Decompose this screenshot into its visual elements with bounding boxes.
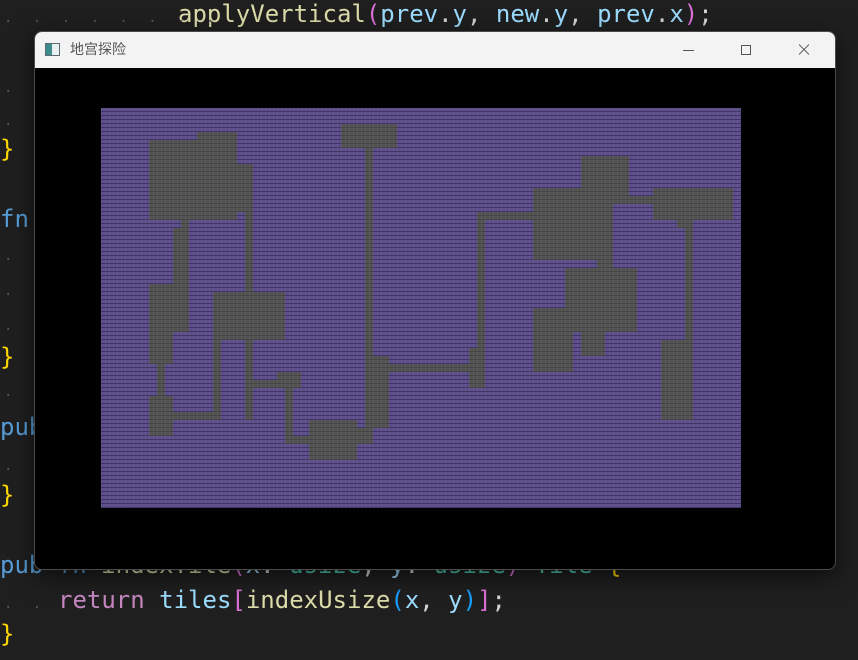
floor-tile-region — [341, 124, 397, 148]
app-icon — [45, 43, 60, 56]
close-button[interactable] — [775, 32, 833, 68]
code-token: . — [438, 0, 453, 28]
code-token: . — [539, 0, 554, 28]
floor-tile-region — [565, 268, 637, 332]
window-title: 地宫探险 — [70, 42, 126, 58]
floor-tile-region — [477, 212, 485, 380]
code-token: return — [58, 586, 145, 614]
code-token: x — [669, 0, 684, 28]
code-token: indexUsize — [245, 586, 391, 614]
code-token: } — [0, 620, 15, 648]
floor-tile-region — [533, 308, 573, 372]
floor-tile-region — [677, 220, 693, 228]
code-token: x — [404, 586, 420, 614]
floor-tile-region — [653, 188, 733, 220]
floor-tile-region — [149, 396, 173, 436]
code-token: , — [467, 0, 496, 28]
code-token: ( — [390, 586, 405, 614]
code-token: , — [568, 0, 598, 28]
floor-tile-region — [213, 292, 285, 340]
game-window: 地宫探险 — [34, 31, 836, 570]
code-token: ] — [477, 586, 492, 614]
floor-tile-region — [245, 340, 253, 380]
code-line: fn — [0, 202, 29, 236]
code-line: } — [0, 340, 14, 374]
code-token: ) — [462, 586, 478, 614]
floor-tile-region — [365, 148, 373, 364]
floor-tile-region — [581, 332, 605, 356]
minimize-icon — [682, 49, 694, 51]
dungeon-map — [101, 108, 741, 508]
code-line: applyVertical(prev.y, new.y, prev.x); — [178, 0, 713, 31]
code-token: new — [495, 0, 540, 28]
code-token: } — [0, 135, 15, 163]
floor-tile-region — [477, 212, 541, 220]
floor-tile-region — [357, 428, 373, 444]
floor-tile-region — [173, 228, 189, 332]
code-token: prev — [380, 0, 439, 28]
code-token: . — [654, 0, 670, 28]
floor-tile-region — [309, 420, 357, 460]
indent-guide-dots: · · · · · · · · — [4, 14, 221, 30]
indent-guide-dots: · · — [4, 600, 48, 616]
floor-tile-region — [285, 436, 309, 444]
floor-tile-region — [605, 196, 653, 204]
code-line: return tiles[indexUsize(x, y)]; — [58, 583, 506, 617]
code-token: y — [553, 0, 569, 28]
close-icon — [798, 44, 810, 56]
code-token: ; — [491, 586, 506, 614]
code-token: tiles — [159, 586, 232, 614]
code-token: , — [419, 586, 449, 614]
code-token: y — [448, 586, 463, 614]
floor-tile-region — [685, 228, 693, 340]
code-token: } — [0, 343, 15, 371]
code-token: ; — [698, 0, 713, 28]
floor-tile-region — [197, 132, 237, 164]
floor-tile-region — [597, 260, 613, 276]
floor-tile-region — [533, 188, 597, 260]
code-token: fn — [0, 205, 29, 233]
code-token: } — [0, 481, 15, 509]
maximize-button[interactable] — [717, 32, 775, 68]
floor-tile-region — [597, 196, 605, 268]
code-token: ) — [683, 0, 699, 28]
floor-tile-region — [581, 156, 629, 196]
floor-tile-region — [149, 284, 173, 364]
code-token: [ — [231, 586, 246, 614]
code-line: } — [0, 617, 14, 651]
title-bar[interactable]: 地宫探险 — [35, 32, 835, 68]
code-line: } — [0, 478, 14, 512]
code-token: y — [452, 0, 467, 28]
floor-tile-region — [213, 340, 221, 420]
floor-tile-region — [381, 364, 477, 372]
code-token: prev — [597, 0, 655, 28]
code-line: } — [0, 132, 14, 166]
minimize-button[interactable] — [659, 32, 717, 68]
floor-tile-region — [277, 372, 301, 388]
game-viewport[interactable] — [35, 68, 835, 569]
floor-tile-region — [661, 340, 693, 420]
maximize-icon — [741, 45, 751, 55]
code-token: ( — [365, 0, 381, 28]
